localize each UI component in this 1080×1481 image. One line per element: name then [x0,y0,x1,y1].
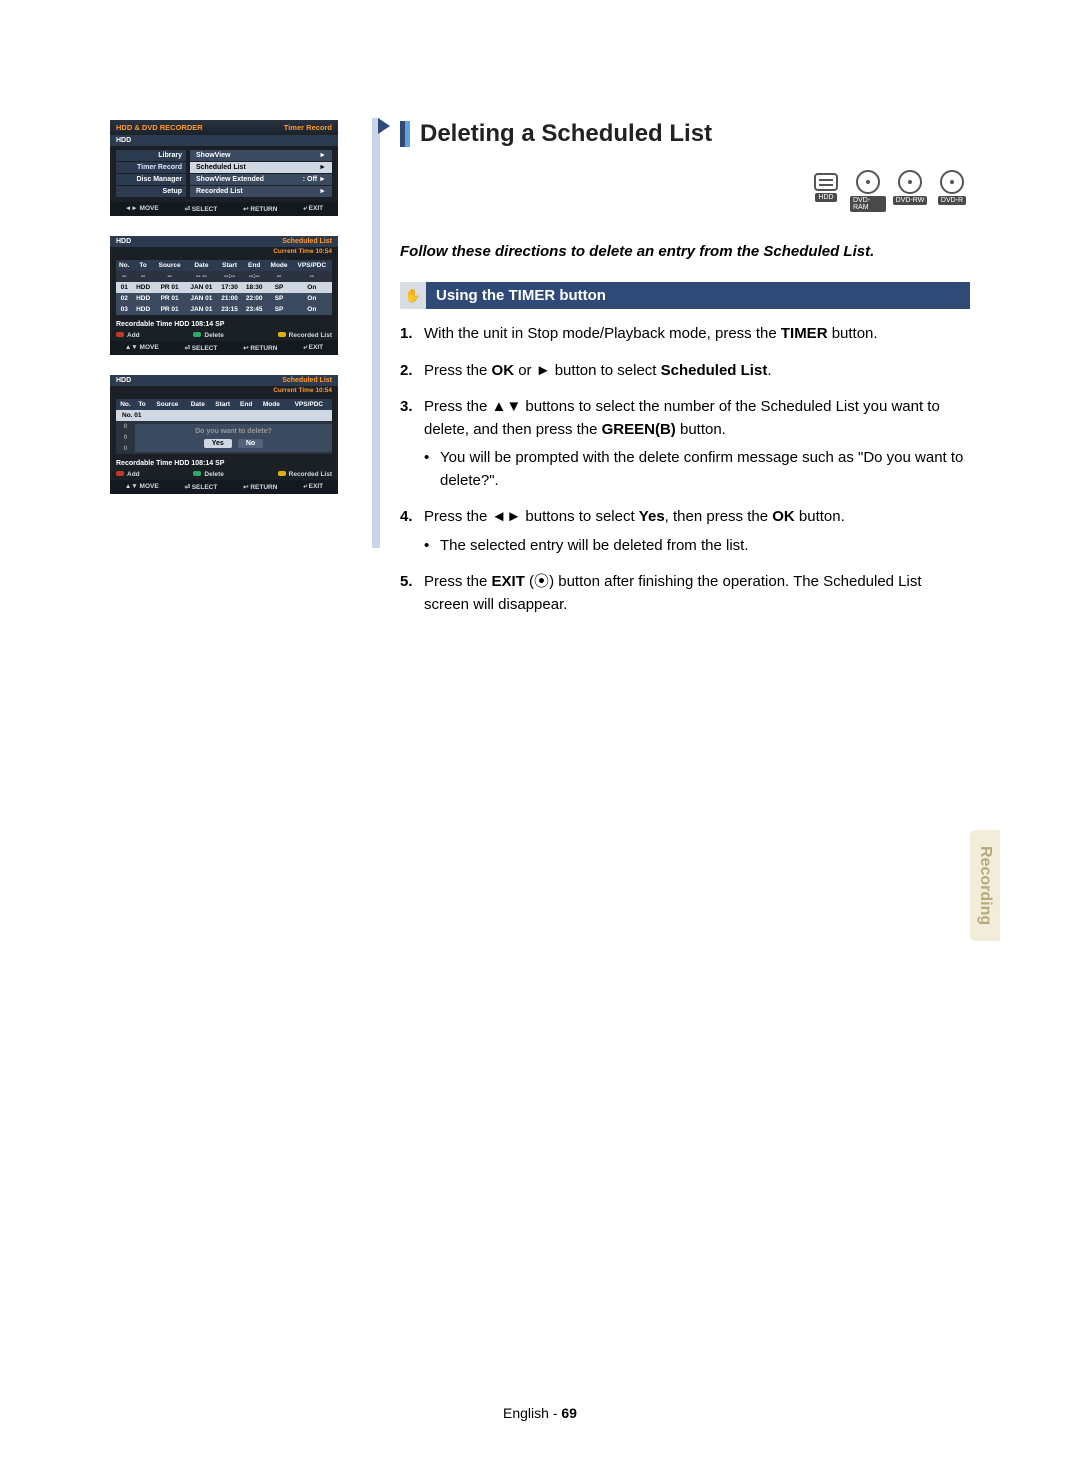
dvd-rw-icon [898,170,922,194]
instruction-list: With the unit in Stop mode/Playback mode… [400,323,970,616]
bullet: The selected entry will be deleted from … [424,535,970,558]
menu-item: ShowView Extended [196,176,264,183]
menu-item: Disc Manager [116,174,186,185]
osd3-time: Current Time 10:54 [110,386,338,395]
scheduled-table: No.ToSourceDateStartEndModeVPS/PDC -----… [116,260,332,315]
osd1-title-right: Timer Record [284,123,332,132]
step-2: Press the OK or ► button to select Sched… [400,360,970,383]
step-4: Press the ◄► buttons to select Yes, then… [400,506,970,557]
no-button[interactable]: No [238,439,263,448]
decorative-arrow-head [378,118,390,134]
dlg-row-label: No. 01 [116,410,332,421]
dvd-ram-icon [856,170,880,194]
section-tab: Recording [970,830,1000,941]
menu-item: Recorded List [196,188,243,195]
bullet: You will be prompted with the delete con… [424,447,970,492]
osd1-right-menu: ShowView► Scheduled List► ShowView Exten… [190,150,332,198]
osd1-title-left: HDD & DVD RECORDER [116,123,203,132]
section-title: Deleting a Scheduled List [420,120,712,148]
lead-text: Follow these directions to delete an ent… [400,242,970,262]
osd-timer-record-menu: HDD & DVD RECORDER Timer Record HDD Libr… [110,120,338,216]
subheading: Using the TIMER button [426,282,970,309]
dvd-r-icon [940,170,964,194]
osd2-hdd: HDD [116,238,131,245]
osd1-footer: ◄► MOVE ⏎ SELECT ↩ RETURN ⤶ EXIT [110,202,338,216]
osd-delete-dialog: HDD Scheduled List Current Time 10:54 No… [110,375,338,494]
osd-scheduled-list: HDD Scheduled List Current Time 10:54 No… [110,236,338,355]
content-column: Deleting a Scheduled List HDD DVD-RAM DV… [370,120,970,1421]
section-bar-icon [400,121,410,147]
osd2-title: Scheduled List [282,238,332,245]
scheduled-table-dlg: No.ToSourceDateStartEndModeVPS/PDC No. 0… [116,399,332,454]
hdd-icon [814,173,838,191]
menu-item: ShowView [196,152,231,159]
remote-icon: ✋ [400,283,426,309]
menu-item: Timer Record [116,162,186,173]
supported-media-row: HDD DVD-RAM DVD-RW DVD-R [400,170,970,212]
menu-item: Scheduled List [196,164,246,171]
step-1: With the unit in Stop mode/Playback mode… [400,323,970,346]
left-screenshots-column: HDD & DVD RECORDER Timer Record HDD Libr… [110,120,370,1421]
step-5: Press the EXIT (⦿) button after finishin… [400,571,970,616]
page-footer: English - 69 [0,1405,1080,1421]
menu-item: Library [116,150,186,161]
decorative-arrow-stem [372,118,380,548]
subheading-band: ✋ Using the TIMER button [400,282,970,309]
delete-confirm-msg: Do you want to delete? [135,428,332,435]
exit-icon: ⦿ [534,573,549,590]
osd2-time: Current Time 10:54 [110,247,338,256]
osd2-legend: Add Delete Recorded List [110,330,338,341]
menu-item: Setup [116,186,186,197]
recordable-time: Recordable Time HDD 108:14 SP [110,319,338,330]
step-3: Press the ▲▼ buttons to select the numbe… [400,396,970,492]
osd1-sub: HDD [116,137,131,144]
osd1-left-menu: Library Timer Record Disc Manager Setup [116,150,186,198]
yes-button[interactable]: Yes [204,439,232,448]
